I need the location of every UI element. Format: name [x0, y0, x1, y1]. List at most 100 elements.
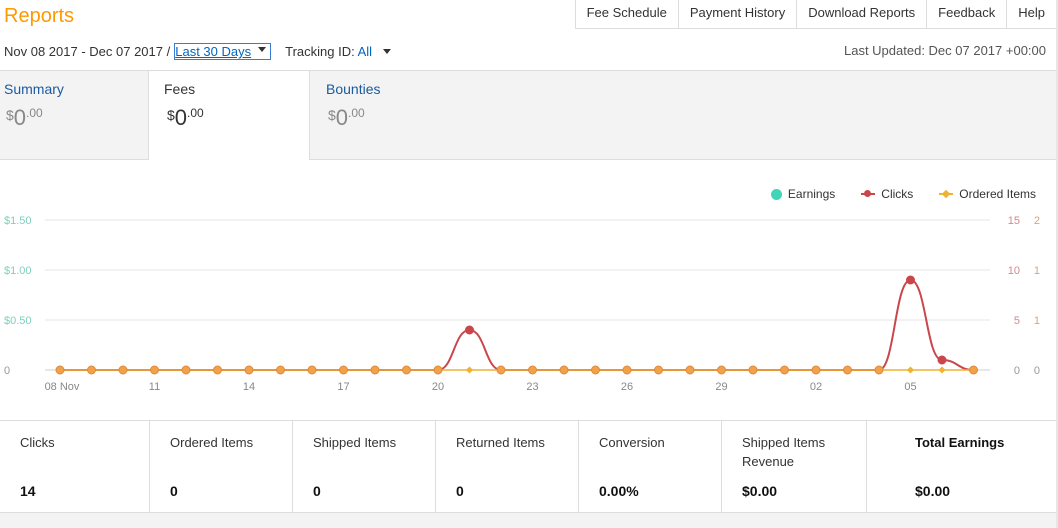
tab-summary-label[interactable]: Summary — [4, 81, 64, 97]
clicks-point — [654, 365, 663, 375]
stat-value: 0.00% — [599, 483, 639, 499]
stats-bar: Clicks 14 Ordered Items 0 Shipped Items … — [0, 420, 1058, 513]
clicks-point — [150, 365, 159, 375]
stat-value: $0.00 — [742, 483, 778, 499]
ordered-items-point — [938, 366, 946, 374]
clicks-point — [276, 365, 285, 375]
ordered-items-point — [465, 366, 474, 374]
caret-down-icon[interactable] — [258, 47, 267, 52]
legend-ordered-items-label: Ordered Items — [959, 187, 1036, 201]
clicks-point — [87, 365, 96, 375]
last-updated-text: Last Updated: Dec 07 2017 +00:00 — [843, 43, 1046, 58]
legend-clicks-label: Clicks — [881, 187, 914, 201]
tab-fees[interactable]: Fees $0.00 — [148, 71, 310, 165]
currency-symbol: $ — [6, 107, 14, 123]
chart-legend: Earnings Clicks Ordered Items — [745, 187, 1036, 201]
stat-shipped-items: Shipped Items 0 — [293, 421, 436, 512]
legend-clicks[interactable]: Clicks — [861, 187, 913, 201]
stat-shipped-items-revenue: Shipped Items Revenue $0.00 — [722, 421, 867, 512]
x-tick-label: 14 — [243, 381, 255, 393]
nav-feedback[interactable]: Feedback — [927, 0, 1008, 28]
x-tick-label: 02 — [810, 381, 822, 393]
clicks-point — [906, 275, 915, 285]
stat-label: Ordered Items — [170, 435, 254, 450]
line-dot-icon — [861, 189, 876, 199]
caret-down-icon[interactable] — [382, 49, 391, 54]
clicks-point — [843, 365, 852, 375]
tab-summary[interactable]: Summary $0.00 — [0, 71, 148, 161]
tracking-id-filter[interactable]: Tracking ID: All — [285, 44, 391, 59]
clicks-point — [118, 365, 128, 375]
clicks-point — [591, 365, 600, 375]
circle-icon — [770, 188, 782, 200]
tracking-id-label: Tracking ID: — [285, 44, 355, 59]
clicks-point — [780, 365, 789, 375]
stat-returned-items: Returned Items 0 — [436, 421, 579, 512]
clicks-point — [559, 365, 569, 375]
y-right-ordered-tick-label: 2 — [1034, 215, 1040, 227]
filter-bar: Nov 08 2017 - Dec 07 2017 / Last 30 Days… — [4, 43, 391, 60]
amount-whole: 0 — [13, 105, 27, 130]
stat-value: $0.00 — [915, 483, 951, 499]
x-tick-label: 29 — [715, 381, 727, 393]
clicks-point — [370, 365, 380, 375]
y-right-ordered-tick-label: 1 — [1034, 315, 1040, 327]
nav-help[interactable]: Help — [1007, 0, 1056, 28]
clicks-point — [213, 365, 222, 375]
clicks-point — [685, 365, 695, 375]
nav-download-reports[interactable]: Download Reports — [797, 0, 928, 28]
clicks-point — [496, 365, 506, 375]
reports-page: Reports Fee Schedule Payment History Dow… — [0, 0, 1058, 528]
clicks-point — [969, 365, 978, 375]
x-tick-label: 17 — [337, 381, 349, 393]
y-left-tick-label: $0.50 — [4, 315, 32, 327]
date-range-select[interactable]: Last 30 Days — [174, 43, 272, 60]
legend-ordered-items[interactable]: Ordered Items — [939, 187, 1036, 201]
stat-value: 0 — [313, 483, 321, 499]
amount-cents: .00 — [348, 106, 365, 120]
clicks-point — [937, 355, 947, 365]
tab-fees-label[interactable]: Fees — [164, 81, 195, 97]
y-right-clicks-tick-label: 10 — [1008, 265, 1020, 277]
y-right-ordered-tick-label: 1 — [1034, 265, 1040, 277]
tab-bounties-label[interactable]: Bounties — [326, 81, 380, 97]
line-diamond-icon — [939, 189, 954, 199]
stat-label: Clicks — [20, 435, 55, 450]
amount-cents: .00 — [26, 106, 43, 120]
clicks-point — [528, 365, 537, 375]
y-right-clicks-tick-label: 0 — [1014, 365, 1020, 377]
tab-bounties-amount: $0.00 — [328, 105, 365, 131]
x-tick-label: 26 — [621, 381, 633, 393]
amount-cents: .00 — [187, 106, 204, 120]
date-range-option[interactable]: Last 30 Days — [175, 44, 251, 59]
bottom-strip — [0, 513, 1058, 528]
amount-whole: 0 — [174, 105, 188, 130]
stat-value: 0 — [170, 483, 178, 499]
legend-earnings[interactable]: Earnings — [770, 187, 836, 201]
y-right-clicks-tick-label: 5 — [1014, 315, 1020, 327]
clicks-point — [622, 365, 632, 375]
tracking-id-value[interactable]: All — [358, 44, 372, 59]
stat-label: Returned Items — [456, 435, 545, 450]
clicks-point — [307, 365, 317, 375]
clicks-point — [717, 365, 726, 375]
stat-value: 0 — [456, 483, 464, 499]
tab-fees-amount: $0.00 — [167, 105, 204, 131]
legend-earnings-label: Earnings — [787, 187, 836, 201]
y-left-tick-label: $1.50 — [4, 215, 32, 227]
x-tick-label: 05 — [904, 381, 916, 393]
page-title: Reports — [4, 5, 75, 27]
currency-symbol: $ — [328, 107, 336, 123]
tab-bounties[interactable]: Bounties $0.00 — [322, 71, 482, 161]
clicks-point — [244, 365, 254, 375]
date-range-text: Nov 08 2017 - Dec 07 2017 / — [4, 44, 171, 59]
y-left-tick-label: 0 — [4, 365, 10, 377]
stat-total-earnings: Total Earnings $0.00 — [867, 421, 1056, 512]
nav-payment-history[interactable]: Payment History — [679, 0, 798, 28]
clicks-point — [339, 365, 348, 375]
stat-label: Shipped Items — [313, 435, 397, 450]
nav-fee-schedule[interactable]: Fee Schedule — [576, 0, 679, 28]
report-tabs: Summary $0.00 Fees $0.00 Bounties $0.00 — [0, 70, 1058, 165]
stat-clicks: Clicks 14 — [0, 421, 150, 512]
clicks-point — [465, 325, 474, 335]
